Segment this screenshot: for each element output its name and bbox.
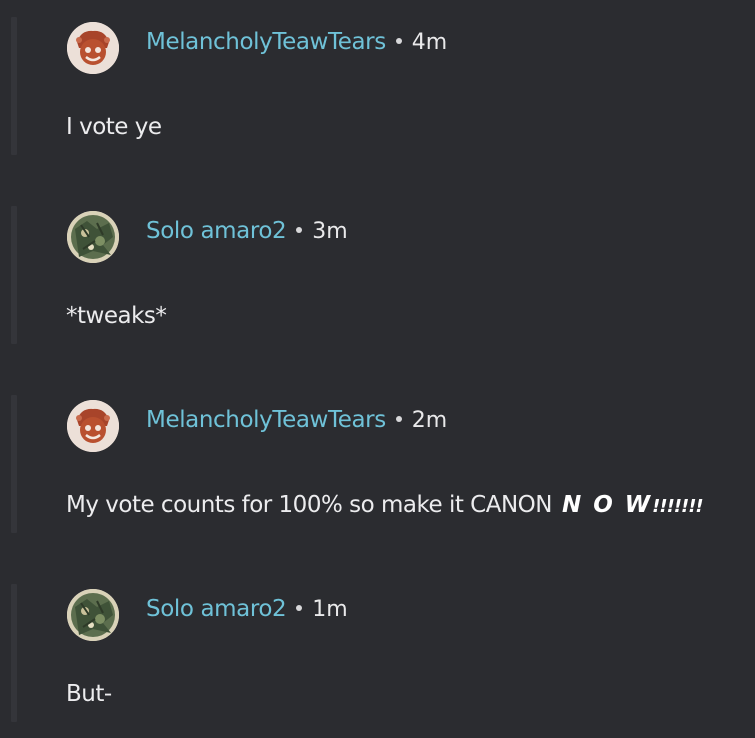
comment-timestamp: 3m: [296, 219, 348, 244]
separator-dot-icon: [296, 227, 303, 233]
comment-item: Solo amaro2 3m *tweaks*: [0, 184, 755, 374]
separator-dot-icon: [296, 605, 303, 611]
thread-collapse-line[interactable]: [11, 17, 17, 155]
green-pattern-avatar-icon[interactable]: [67, 589, 119, 641]
comment-text: But-: [66, 681, 112, 707]
comment-item: MelancholyTeawTears 2m My vote counts for…: [0, 373, 755, 563]
comment-text: *tweaks*: [66, 303, 167, 329]
separator-dot-icon: [395, 416, 402, 422]
cartoon-face-avatar-icon[interactable]: [67, 400, 119, 452]
cartoon-face-avatar-icon[interactable]: [67, 22, 119, 74]
comment-timestamp: 1m: [296, 597, 348, 622]
green-pattern-avatar-icon[interactable]: [67, 211, 119, 263]
comment-timestamp: 4m: [395, 30, 447, 55]
comment-text: My vote counts for 100% so make it CANON…: [66, 492, 704, 518]
thread-collapse-line[interactable]: [11, 206, 17, 344]
author-link[interactable]: Solo amaro2 3m: [146, 218, 348, 244]
author-link[interactable]: Solo amaro2 1m: [146, 596, 348, 622]
author-link[interactable]: MelancholyTeawTears 4m: [146, 29, 447, 55]
comment-timestamp: 2m: [395, 408, 447, 433]
thread-collapse-line[interactable]: [11, 395, 17, 533]
comment-item: Solo amaro2 1m But-: [0, 562, 755, 738]
author-link[interactable]: MelancholyTeawTears 2m: [146, 407, 447, 433]
comment-item: MelancholyTeawTears 4m I vote ye: [0, 0, 755, 185]
separator-dot-icon: [395, 38, 402, 44]
comment-text: I vote ye: [66, 114, 162, 140]
thread-collapse-line[interactable]: [11, 584, 17, 722]
comment-thread: MelancholyTeawTears 4m I vote ye Solo ama…: [0, 0, 755, 738]
comment-emphasis: N O W!!!!!!!: [561, 492, 704, 518]
